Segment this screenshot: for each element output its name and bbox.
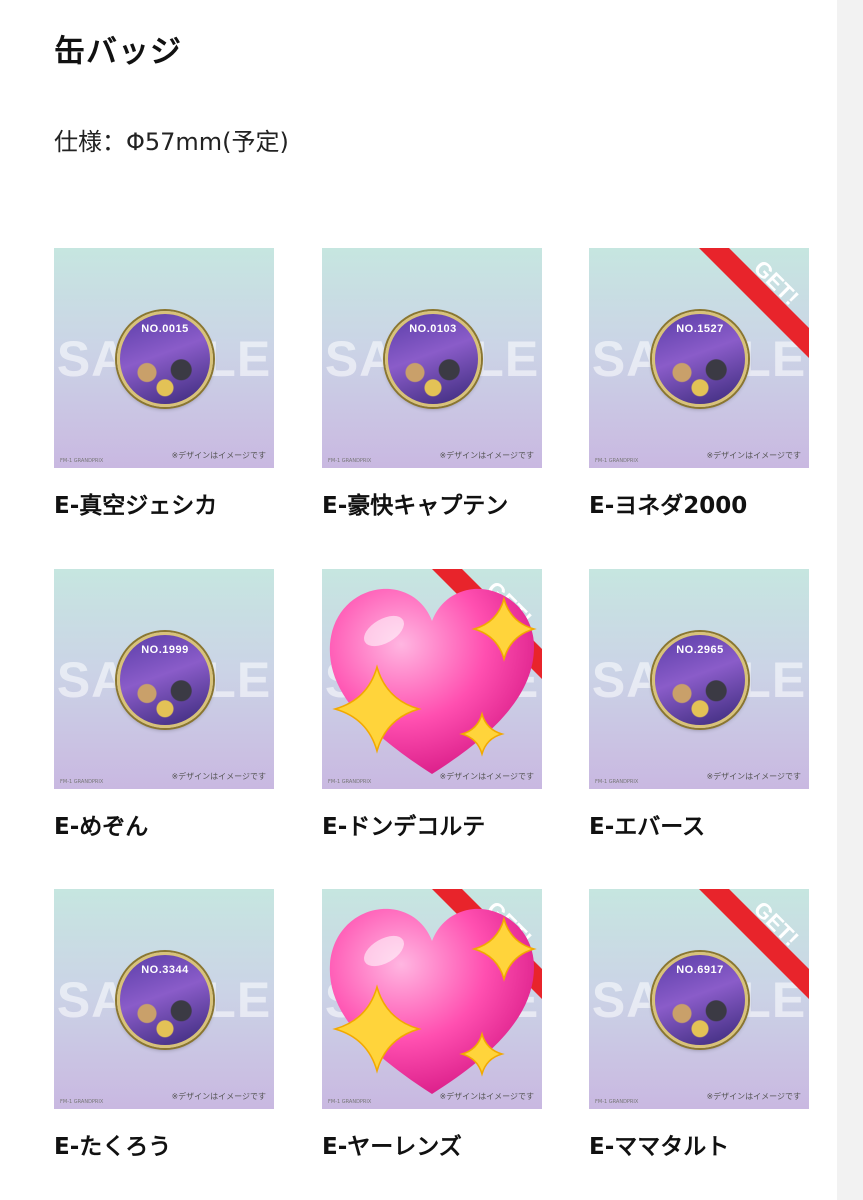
small-logo-text: FM-1 GRANDPRIX xyxy=(595,1099,639,1105)
product-card[interactable]: SAMPLEFM-1 GRANDPRIX※デザインはイメージですGET! E-ヤー… xyxy=(322,889,542,1161)
product-card[interactable]: SAMPLENO.1527FM-1 GRANDPRIX※デザインはイメージですG… xyxy=(589,248,809,520)
product-card[interactable]: SAMPLENO.6917FM-1 GRANDPRIX※デザインはイメージですG… xyxy=(589,889,809,1161)
sparkling-heart-icon xyxy=(329,588,537,774)
can-badge-image: NO.0103 xyxy=(385,311,481,407)
badge-number: NO.0103 xyxy=(409,323,457,335)
design-note: ※デザインはイメージです xyxy=(706,1092,801,1101)
small-logo-text: FM-1 GRANDPRIX xyxy=(60,779,104,785)
product-name[interactable]: E-ヨネダ2000 xyxy=(589,486,809,520)
small-logo-text: FM-1 GRANDPRIX xyxy=(595,779,639,785)
design-note: ※デザインはイメージです xyxy=(171,451,266,460)
badge-number: NO.2965 xyxy=(676,644,724,656)
product-image[interactable]: SAMPLENO.2965FM-1 GRANDPRIX※デザインはイメージです xyxy=(589,569,809,789)
design-note: ※デザインはイメージです xyxy=(171,1092,266,1101)
section-title: 缶バッジ xyxy=(54,34,182,70)
design-note: ※デザインはイメージです xyxy=(439,451,534,460)
product-name[interactable]: E-真空ジェシカ xyxy=(54,486,274,520)
spec-text: 仕様：Φ57mm(予定) xyxy=(54,128,289,156)
product-name[interactable]: E-たくろう xyxy=(54,1127,274,1161)
product-card[interactable]: SAMPLENO.1999FM-1 GRANDPRIX※デザインはイメージですE… xyxy=(54,569,274,841)
product-image[interactable]: SAMPLENO.0103FM-1 GRANDPRIX※デザインはイメージです xyxy=(322,248,542,468)
product-name[interactable]: E-ヤーレンズ xyxy=(322,1127,542,1161)
product-name[interactable]: E-エバース xyxy=(589,807,809,841)
small-logo-text: FM-1 GRANDPRIX xyxy=(60,458,104,464)
sparkling-heart-icon xyxy=(329,908,537,1094)
can-badge-image: NO.2965 xyxy=(652,632,748,728)
product-name[interactable]: E-ドンデコルテ xyxy=(322,807,542,841)
product-image[interactable]: SAMPLENO.3344FM-1 GRANDPRIX※デザインはイメージです xyxy=(54,889,274,1109)
product-name[interactable]: E-めぞん xyxy=(54,807,274,841)
product-image[interactable]: SAMPLEFM-1 GRANDPRIX※デザインはイメージですGET! xyxy=(322,889,542,1109)
product-image[interactable]: SAMPLENO.6917FM-1 GRANDPRIX※デザインはイメージですG… xyxy=(589,889,809,1109)
small-logo-text: FM-1 GRANDPRIX xyxy=(595,458,639,464)
badge-number: NO.3344 xyxy=(141,964,189,976)
page: 缶バッジ 仕様：Φ57mm(予定) SAMPLENO.0015FM-1 GRAN… xyxy=(0,0,837,1200)
product-card[interactable]: SAMPLENO.2965FM-1 GRANDPRIX※デザインはイメージですE… xyxy=(589,569,809,841)
product-name[interactable]: E-ママタルト xyxy=(589,1127,809,1161)
design-note: ※デザインはイメージです xyxy=(171,772,266,781)
badge-number: NO.0015 xyxy=(141,323,189,335)
product-card[interactable]: SAMPLENO.3344FM-1 GRANDPRIX※デザインはイメージですE… xyxy=(54,889,274,1161)
can-badge-image: NO.3344 xyxy=(117,952,213,1048)
product-card[interactable]: SAMPLENO.0103FM-1 GRANDPRIX※デザインはイメージですE… xyxy=(322,248,542,520)
small-logo-text: FM-1 GRANDPRIX xyxy=(328,458,372,464)
product-card[interactable]: SAMPLENO.0015FM-1 GRANDPRIX※デザインはイメージですE… xyxy=(54,248,274,520)
product-image[interactable]: SAMPLEFM-1 GRANDPRIX※デザインはイメージですGET! xyxy=(322,569,542,789)
can-badge-image: NO.1999 xyxy=(117,632,213,728)
product-name[interactable]: E-豪快キャプテン xyxy=(322,486,542,520)
small-logo-text: FM-1 GRANDPRIX xyxy=(60,1099,104,1105)
design-note: ※デザインはイメージです xyxy=(706,772,801,781)
get-ribbon: GET! xyxy=(699,889,809,999)
product-card[interactable]: SAMPLEFM-1 GRANDPRIX※デザインはイメージですGET! E-ドン… xyxy=(322,569,542,841)
get-ribbon: GET! xyxy=(699,248,809,358)
product-image[interactable]: SAMPLENO.0015FM-1 GRANDPRIX※デザインはイメージです xyxy=(54,248,274,468)
product-image[interactable]: SAMPLENO.1527FM-1 GRANDPRIX※デザインはイメージですG… xyxy=(589,248,809,468)
design-note: ※デザインはイメージです xyxy=(706,451,801,460)
can-badge-image: NO.0015 xyxy=(117,311,213,407)
badge-number: NO.1999 xyxy=(141,644,189,656)
product-image[interactable]: SAMPLENO.1999FM-1 GRANDPRIX※デザインはイメージです xyxy=(54,569,274,789)
